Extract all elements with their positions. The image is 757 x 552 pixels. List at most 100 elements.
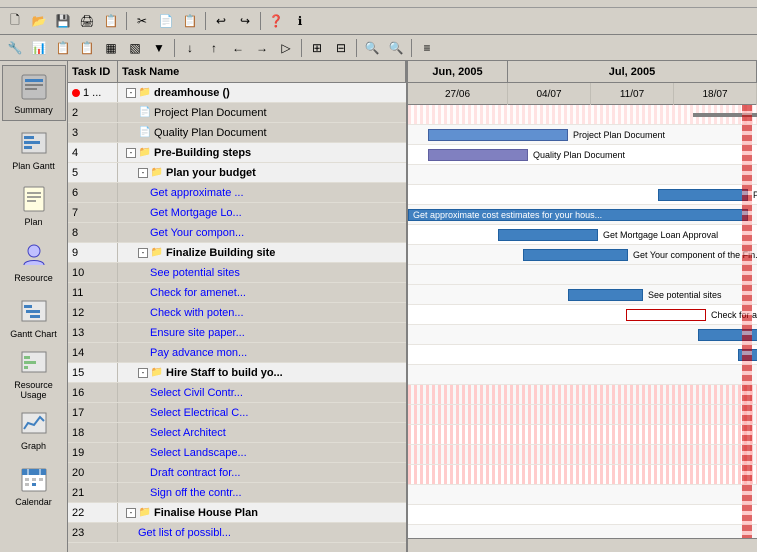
task-name-cell: 📄 Quality Plan Document xyxy=(118,123,406,142)
task-id-cell: 8 xyxy=(68,223,118,242)
table-row[interactable]: 12 Check with poten... xyxy=(68,303,406,323)
expand-icon[interactable]: - xyxy=(138,248,148,258)
toolbar-filter[interactable]: ⊞ xyxy=(306,37,328,59)
table-row[interactable]: 9 - 📁 Finalize Building site xyxy=(68,243,406,263)
toolbar-save[interactable]: 💾 xyxy=(52,10,74,32)
gantt-row xyxy=(408,325,757,345)
table-row[interactable]: 20 Draft contract for... xyxy=(68,463,406,483)
toolbar-paste[interactable]: 📋 xyxy=(179,10,201,32)
gantt-scrollbar[interactable] xyxy=(408,538,757,552)
toolbar-play[interactable]: ▷ xyxy=(275,37,297,59)
table-row[interactable]: 6 Get approximate ... xyxy=(68,183,406,203)
expand-icon[interactable]: - xyxy=(126,148,136,158)
plan-icon xyxy=(18,183,50,215)
week-label-2: 04/07 xyxy=(536,89,561,100)
toolbar-b4[interactable]: 📋 xyxy=(100,10,122,32)
toolbar-copy[interactable]: 📄 xyxy=(155,10,177,32)
table-row[interactable]: 17 Select Electrical C... xyxy=(68,403,406,423)
toolbar-undo[interactable]: ↩ xyxy=(210,10,232,32)
toolbar-menu[interactable]: ≡ xyxy=(416,37,438,59)
table-row[interactable]: 13 Ensure site paper... xyxy=(68,323,406,343)
gantt-bar-elec-hatch xyxy=(408,425,757,444)
table-row[interactable]: 22 - 📁 Finalise House Plan xyxy=(68,503,406,523)
toolbar-new[interactable]: 🗋 xyxy=(4,10,26,32)
table-row[interactable]: 16 Select Civil Contr... xyxy=(68,383,406,403)
toolbar-cut[interactable]: ✂ xyxy=(131,10,153,32)
table-row[interactable]: 7 Get Mortgage Lo... xyxy=(68,203,406,223)
gantt-week-04: 04/07 xyxy=(508,83,591,105)
task-icon-folder: 📁 xyxy=(138,86,152,100)
sidebar-item-gantt-chart[interactable]: Gantt Chart xyxy=(2,289,66,345)
table-row[interactable]: 21 Sign off the contr... xyxy=(68,483,406,503)
sidebar-plan-gantt-label: Plan Gantt xyxy=(12,161,55,171)
table-row[interactable]: 1 ... - 📁 dreamhouse () xyxy=(68,83,406,103)
task-name: See potential sites xyxy=(150,267,240,279)
toolbar-zoom-out[interactable]: 🔍 xyxy=(385,37,407,59)
gantt-vline xyxy=(742,105,752,538)
table-row[interactable]: 15 - 📁 Hire Staff to build yo... xyxy=(68,363,406,383)
expand-icon[interactable]: - xyxy=(126,508,136,518)
table-row[interactable]: 23 Get list of possibl... xyxy=(68,523,406,543)
toolbar-link[interactable]: ⊟ xyxy=(330,37,352,59)
table-row[interactable]: 3 📄 Quality Plan Document xyxy=(68,123,406,143)
task-name: Ensure site paper... xyxy=(150,327,245,339)
toolbar-right[interactable]: → xyxy=(251,37,273,59)
toolbar-tb3[interactable]: 📋 xyxy=(52,37,74,59)
toolbar-up[interactable]: ↑ xyxy=(203,37,225,59)
gantt-row: Quality Plan Document xyxy=(408,145,757,165)
window-titlebar xyxy=(0,0,757,8)
gantt-row xyxy=(408,485,757,505)
task-name-cell: - 📁 Pre-Building steps xyxy=(118,143,406,162)
sidebar-item-plan-gantt[interactable]: Plan Gantt xyxy=(2,121,66,177)
toolbar-info[interactable]: ℹ xyxy=(289,10,311,32)
gantt-bar-land-hatch xyxy=(408,465,757,484)
toolbar-help[interactable]: ❓ xyxy=(265,10,287,32)
toolbar-tb5[interactable]: ▦ xyxy=(100,37,122,59)
table-row[interactable]: 18 Select Architect xyxy=(68,423,406,443)
expand-icon[interactable]: - xyxy=(126,88,136,98)
toolbar-chart2[interactable]: 📊 xyxy=(28,37,50,59)
task-name: Select Landscape... xyxy=(150,447,247,459)
task-name-cell: See potential sites xyxy=(118,263,406,282)
task-id-cell: 10 xyxy=(68,263,118,282)
task-table: Task ID Task Name 1 ... - 📁 dreamhouse xyxy=(68,61,408,552)
table-row[interactable]: 4 - 📁 Pre-Building steps xyxy=(68,143,406,163)
task-name-cell: - 📁 Plan your budget xyxy=(118,163,406,182)
sidebar-item-summary[interactable]: Summary xyxy=(2,65,66,121)
task-id: 1 ... xyxy=(83,87,101,99)
table-row[interactable]: 5 - 📁 Plan your budget xyxy=(68,163,406,183)
task-id-cell: 18 xyxy=(68,423,118,442)
toolbar-redo[interactable]: ↪ xyxy=(234,10,256,32)
sidebar-item-graph[interactable]: Graph xyxy=(2,401,66,457)
table-row[interactable]: 8 Get Your compon... xyxy=(68,223,406,243)
toolbar-zoom-in[interactable]: 🔍 xyxy=(361,37,383,59)
toolbar-down[interactable]: ↓ xyxy=(179,37,201,59)
gantt-bar-hire-hatch xyxy=(408,385,757,404)
resource-icon xyxy=(18,239,50,271)
sidebar-item-plan[interactable]: Plan xyxy=(2,177,66,233)
table-row[interactable]: 2 📄 Project Plan Document xyxy=(68,103,406,123)
gantt-row: Get Your component of the Fin... xyxy=(408,245,757,265)
table-row[interactable]: 14 Pay advance mon... xyxy=(68,343,406,363)
task-name-cell: Get list of possibl... xyxy=(118,523,406,542)
table-row[interactable]: 19 Select Landscape... xyxy=(68,443,406,463)
table-row[interactable]: 11 Check for amenet... xyxy=(68,283,406,303)
task-icon-folder: 📁 xyxy=(150,166,164,180)
toolbar-filter-down[interactable]: ▼ xyxy=(148,37,170,59)
expand-icon[interactable]: - xyxy=(138,168,148,178)
toolbar-task[interactable]: 🔧 xyxy=(4,37,26,59)
toolbar-left[interactable]: ← xyxy=(227,37,249,59)
toolbar-tb4[interactable]: 📋 xyxy=(76,37,98,59)
sidebar-item-resource-usage[interactable]: Resource Usage xyxy=(2,345,66,401)
task-id-cell: 19 xyxy=(68,443,118,462)
sidebar-item-resource[interactable]: Resource xyxy=(2,233,66,289)
sidebar-item-calendar[interactable]: Calendar xyxy=(2,457,66,513)
expand-icon[interactable]: - xyxy=(138,368,148,378)
toolbar-open[interactable]: 📂 xyxy=(28,10,50,32)
toolbar-print[interactable]: 🖨 xyxy=(76,10,98,32)
task-id-cell: 2 xyxy=(68,103,118,122)
task-table-header: Task ID Task Name xyxy=(68,61,406,83)
table-row[interactable]: 10 See potential sites xyxy=(68,263,406,283)
toolbar-tb6[interactable]: ▧ xyxy=(124,37,146,59)
task-icon-folder: 📁 xyxy=(150,246,164,260)
